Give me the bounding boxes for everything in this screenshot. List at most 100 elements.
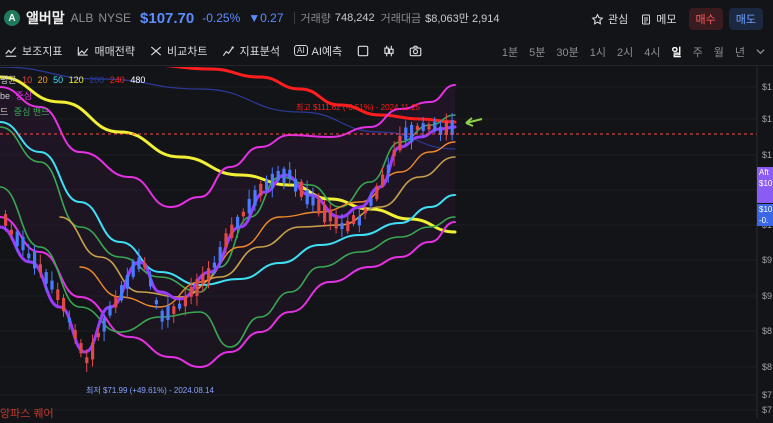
memo-label: 메모: [656, 14, 677, 26]
compare-button[interactable]: 비교차트: [149, 43, 207, 59]
candle-body: [154, 300, 158, 305]
memo-button[interactable]: 메모: [640, 11, 677, 27]
candle-body: [120, 285, 124, 301]
header-actions: 관심 메모 매수 매도: [591, 8, 763, 30]
y-axis-label: $9: [762, 255, 772, 265]
candle-body: [218, 247, 222, 262]
period-tab[interactable]: 월: [714, 44, 724, 60]
candle-body: [178, 303, 182, 309]
candle-body: [50, 280, 54, 290]
candle-body: [33, 250, 37, 269]
candle-body: [27, 253, 31, 259]
period-tab[interactable]: 2시: [617, 44, 633, 60]
y-axis-label: $1: [762, 150, 772, 160]
volume-value: 748,242: [334, 12, 375, 24]
y-axis-label: $1: [762, 82, 772, 92]
bottom-overlay-text: 앙파스 퀘어: [0, 408, 54, 420]
watchlist-button[interactable]: 관심: [591, 11, 628, 27]
candle-body: [386, 164, 390, 174]
candle-body: [85, 357, 89, 364]
period-tab[interactable]: 일: [669, 44, 684, 70]
screenshot-button[interactable]: [408, 44, 423, 58]
candle-body: [305, 190, 309, 205]
candle-body: [201, 273, 205, 284]
candle-body: [270, 173, 274, 189]
candle-body: [346, 220, 350, 232]
candle-body: [247, 198, 251, 214]
candle-body: [160, 310, 164, 322]
ma-legend-row[interactable]: 평균 10 20 50 120 200 240 480: [0, 72, 148, 88]
candle-body: [67, 317, 71, 323]
candle-body: [299, 181, 303, 197]
company-logo-icon: A: [4, 10, 20, 26]
ma-legend-prefix: 10: [22, 75, 33, 85]
buy-button[interactable]: 매수: [688, 8, 723, 30]
low-annotation: 최저 $71.99 (+49.61%) - 2024.08.14: [86, 385, 214, 395]
candle-body: [392, 149, 396, 157]
candle-body: [166, 305, 170, 320]
candle-body: [276, 170, 280, 181]
period-tab[interactable]: 30분: [556, 44, 578, 60]
square-icon: [357, 45, 369, 56]
ai-forecast-button[interactable]: AI AI예측: [293, 43, 343, 59]
candle-body: [241, 211, 245, 217]
after-price: $10: [759, 179, 773, 188]
candle-body: [21, 236, 25, 251]
volume-label: 거래량: [300, 13, 331, 25]
indicators-button[interactable]: 보조지표: [4, 43, 62, 59]
candle-body: [294, 178, 298, 192]
candle-body: [108, 306, 112, 316]
current-price: $107.70: [140, 9, 195, 27]
strategy-icon: [78, 46, 89, 56]
current-tag-price: $10: [759, 205, 773, 214]
amount-label: 거래대금: [380, 13, 422, 25]
candle-body: [375, 186, 379, 200]
candle-body: [195, 279, 199, 296]
candle-body: [4, 214, 8, 226]
period-tab[interactable]: 1분: [502, 44, 518, 60]
candle-type-button[interactable]: [382, 44, 396, 58]
after-label: Aft: [759, 168, 769, 177]
indicator-analysis-button[interactable]: 지표분석: [221, 43, 280, 59]
band1-center: 중심: [15, 91, 33, 101]
candle-body: [96, 332, 100, 338]
candle-body: [340, 223, 344, 230]
candle-body: [44, 272, 48, 284]
y-axis-label: $8: [762, 326, 772, 336]
candle-body: [207, 268, 211, 280]
candle-body: [230, 224, 234, 238]
camera-icon: [409, 45, 422, 56]
period-tab[interactable]: 주: [693, 44, 703, 60]
sell-button[interactable]: 매도: [728, 8, 763, 30]
band1-legend-row[interactable]: be 중심: [0, 88, 148, 104]
strategy-button[interactable]: 매매전략: [76, 43, 135, 59]
change-amount: ▼0.27: [248, 11, 284, 25]
y-axis-label: $9: [762, 291, 772, 301]
layout-square-button[interactable]: [356, 44, 370, 58]
period-tab[interactable]: 5분: [529, 44, 545, 60]
strategy-label: 매매전략: [94, 45, 135, 58]
chart-line-icon: [5, 46, 17, 57]
candle-body: [212, 262, 216, 268]
candle-body: [444, 121, 448, 135]
band2-legend-row[interactable]: 드 중심 밴드: [0, 104, 148, 120]
candle-body: [15, 231, 19, 247]
period-selector: 1분 5분 30분 1시 2시 4시 일 주 월 년: [491, 44, 765, 70]
ma-200: 200: [89, 75, 105, 85]
high-annotation: 최고 $111.62 (-3.51%) - 2024.11.25: [296, 102, 421, 112]
chevron-down-icon[interactable]: [756, 46, 765, 58]
ma-240: 240: [109, 75, 125, 85]
ma-480: 480: [130, 75, 146, 85]
candle-body: [172, 306, 176, 314]
candle-body: [131, 261, 135, 277]
y-axis-label: $7: [762, 390, 772, 400]
candle-body: [38, 264, 42, 273]
period-tab[interactable]: 1시: [590, 44, 606, 60]
period-tab[interactable]: 4시: [644, 44, 660, 60]
band2-center: 중심 밴드: [13, 107, 50, 117]
candle-body: [433, 121, 437, 131]
ai-forecast-label: AI예측: [311, 45, 343, 58]
candle-body: [62, 298, 66, 312]
ma-120: 120: [68, 75, 84, 85]
period-tab[interactable]: 년: [735, 44, 745, 60]
